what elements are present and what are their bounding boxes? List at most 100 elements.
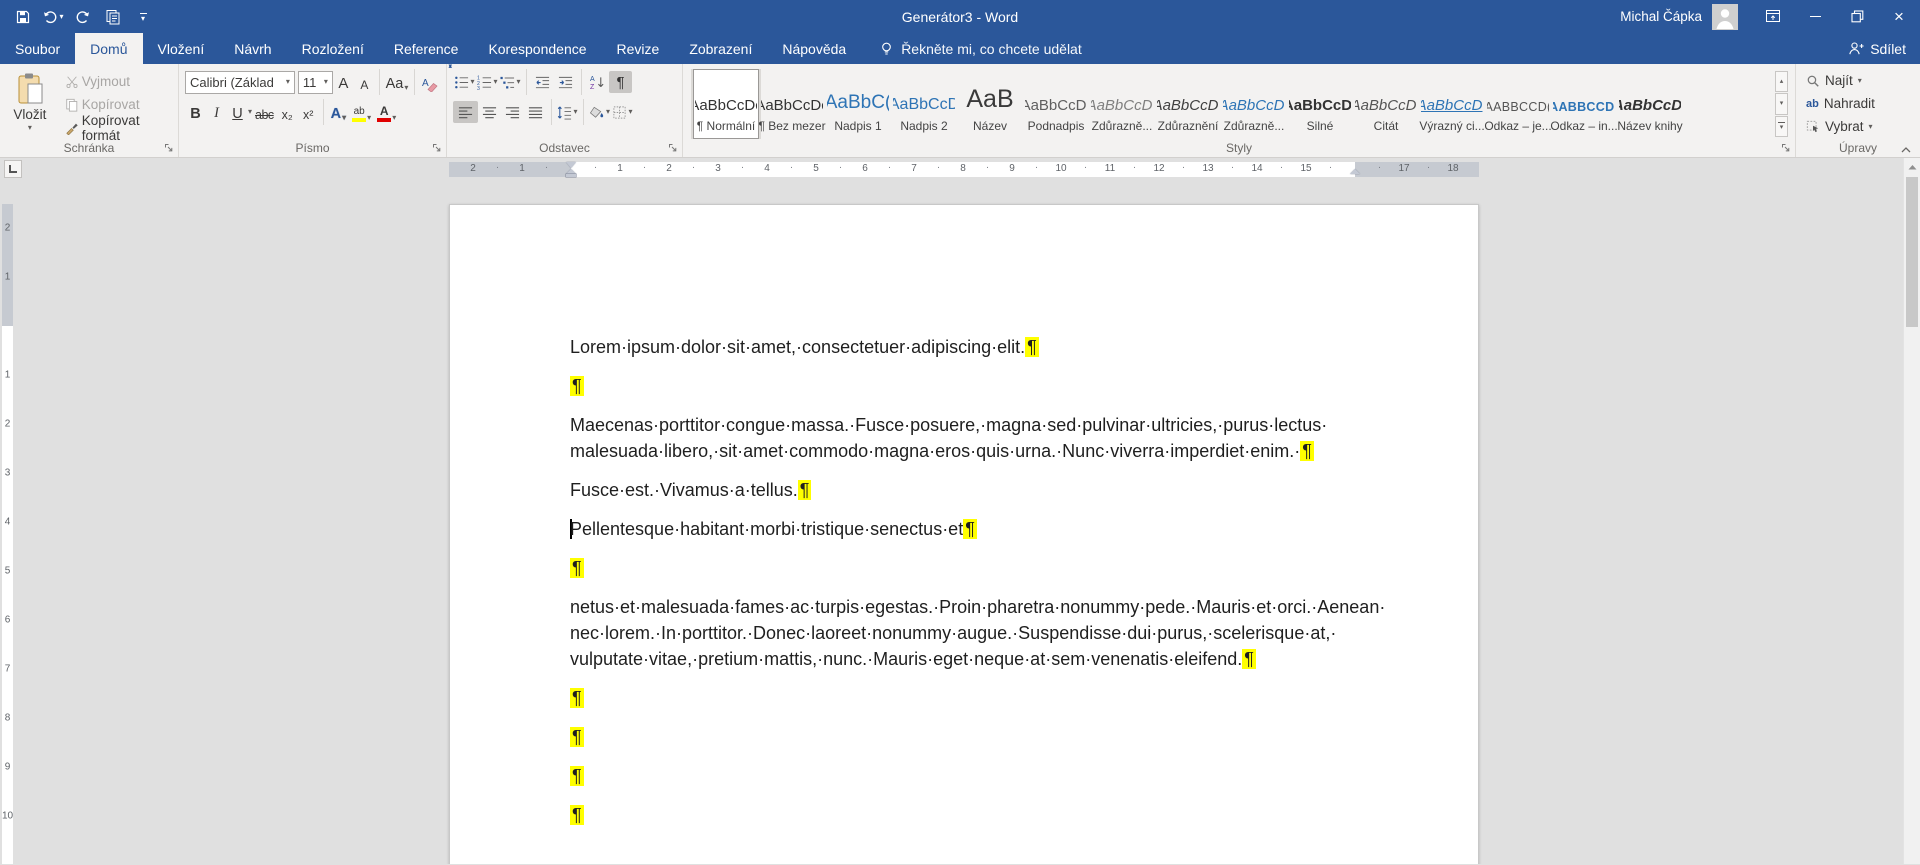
paragraph[interactable]: ¶	[570, 763, 1478, 789]
change-case-button[interactable]: Aa ▾	[384, 71, 410, 93]
tab-revize[interactable]: Revize	[602, 33, 675, 64]
save-icon[interactable]	[10, 4, 36, 30]
font-dialog-launcher-icon[interactable]	[431, 142, 443, 154]
horizontal-ruler[interactable]: 2 1 1 2 3 4 5 6 7 8 9 10 11 12 13 14 15 17 18 · · · · · · · · · · · · ·…	[449, 162, 1479, 177]
text-line[interactable]: Fusce·est.·Vivamus·a·tellus. ¶	[570, 477, 1478, 503]
document-page[interactable]: Lorem·ipsum·dolor·sit·amet,·consectetuer…	[449, 204, 1479, 864]
tab-korespondence[interactable]: Korespondence	[473, 33, 601, 64]
text-line[interactable]: ¶	[570, 763, 1478, 789]
text-line[interactable]: nec·lorem.·In·porttitor.·Donec·laoreet·n…	[570, 620, 1478, 646]
text-line[interactable]: Pellentesque·habitant·morbi·tristique·se…	[570, 516, 1478, 542]
font-size-combo[interactable]: 11 ▾	[297, 70, 333, 94]
tab-domů[interactable]: Domů	[75, 33, 143, 64]
collapse-ribbon-icon[interactable]	[1900, 145, 1912, 154]
borders-button[interactable]: ▾	[611, 101, 634, 123]
italic-button[interactable]: I	[206, 101, 227, 123]
first-line-indent-marker[interactable]	[566, 162, 576, 168]
tab-rozložení[interactable]: Rozložení	[287, 33, 379, 64]
style-item[interactable]: AaBbCcD( Zdůrazně...	[1089, 69, 1155, 139]
font-name-combo[interactable]: Calibri (Základ ▾	[185, 70, 295, 94]
styles-scroll-up-icon[interactable]: ▴	[1775, 71, 1788, 93]
styles-more-icon[interactable]: ▾	[1775, 115, 1788, 137]
text-line[interactable]: Maecenas·porttitor·congue·massa.·Fusce·p…	[570, 412, 1478, 438]
text-line[interactable]: ¶	[570, 685, 1478, 711]
text-line[interactable]: netus·et·malesuada·fames·ac·turpis·egest…	[570, 594, 1478, 620]
underline-button[interactable]: U	[227, 101, 248, 123]
paragraph-dialog-launcher-icon[interactable]	[667, 142, 679, 154]
strikethrough-button[interactable]: abc	[252, 101, 277, 123]
text-line[interactable]: ¶	[570, 802, 1478, 828]
align-center-button[interactable]	[478, 101, 501, 123]
multilevel-list-button[interactable]: ▾	[499, 71, 522, 93]
paragraph[interactable]: Lorem·ipsum·dolor·sit·amet,·consectetuer…	[570, 334, 1478, 360]
paragraph[interactable]: Maecenas·porttitor·congue·massa.·Fusce·p…	[570, 412, 1478, 464]
share-button[interactable]: Sdílet	[1848, 33, 1906, 64]
tab-návrh[interactable]: Návrh	[219, 33, 286, 64]
undo-icon[interactable]: ▾	[40, 4, 66, 30]
tab-soubor[interactable]: Soubor	[0, 33, 75, 64]
user-avatar[interactable]	[1712, 3, 1738, 30]
copy-icon[interactable]	[100, 4, 126, 30]
styles-scroll-down-icon[interactable]: ▾	[1775, 93, 1788, 115]
select-button[interactable]: Vybrat ▾	[1806, 115, 1914, 138]
style-item[interactable]: AaBbCcD( Silné	[1287, 69, 1353, 139]
paste-button[interactable]: Vložit ▾	[6, 69, 54, 139]
style-item[interactable]: AaBbCcD( Zdůraznění	[1155, 69, 1221, 139]
redo-icon[interactable]	[70, 4, 96, 30]
grow-font-button[interactable]: A ▴	[333, 63, 452, 93]
justify-button[interactable]	[524, 101, 547, 123]
tab-vložení[interactable]: Vložení	[143, 33, 220, 64]
find-button[interactable]: Najít ▾	[1806, 69, 1914, 92]
text-line[interactable]: ¶	[570, 373, 1478, 399]
style-item[interactable]: AaBbCcD( Výrazný ci...	[1419, 69, 1485, 139]
tab-reference[interactable]: Reference	[379, 33, 474, 64]
paragraph[interactable]: Pellentesque·habitant·morbi·tristique·se…	[570, 516, 1478, 542]
paragraph[interactable]: ¶	[570, 373, 1478, 399]
paragraph[interactable]: ¶	[570, 802, 1478, 828]
minimize-button[interactable]	[1794, 0, 1836, 33]
clipboard-dialog-launcher-icon[interactable]	[163, 142, 175, 154]
replace-button[interactable]: ab Nahradit	[1806, 92, 1914, 115]
superscript-button[interactable]: x²	[298, 101, 319, 123]
styles-dialog-launcher-icon[interactable]	[1780, 142, 1792, 154]
scrollbar-thumb[interactable]	[1906, 177, 1918, 327]
numbering-button[interactable]: 123 ▾	[476, 71, 499, 93]
subscript-button[interactable]: x₂	[277, 101, 298, 123]
restore-button[interactable]	[1836, 0, 1878, 33]
paragraph[interactable]: ¶	[570, 555, 1478, 581]
increase-indent-button[interactable]	[554, 71, 577, 93]
style-item[interactable]: AaBbCcD Nadpis 2	[891, 69, 957, 139]
tell-me-box[interactable]: Řekněte mi, co chcete udělat	[879, 33, 1082, 64]
align-left-button[interactable]	[453, 101, 478, 123]
paragraph[interactable]: Fusce·est.·Vivamus·a·tellus. ¶	[570, 477, 1478, 503]
style-item[interactable]: AaBbCcD( Název knihy	[1617, 69, 1683, 139]
text-line[interactable]: ¶	[570, 555, 1478, 581]
sort-button[interactable]: AZ	[586, 71, 609, 93]
line-spacing-button[interactable]: ▾	[556, 101, 579, 123]
style-item[interactable]: AaBbCcDc ¶ Bez mezer	[758, 69, 825, 139]
clear-formatting-button[interactable]: A	[419, 71, 440, 93]
customize-quick-access-icon[interactable]: ▾	[130, 4, 156, 30]
vertical-ruler[interactable]: 2 1 1 2 3 4 5 6 7 8 9 10	[0, 180, 15, 864]
text-line[interactable]: malesuada·libero,·sit·amet·commodo·magna…	[570, 438, 1478, 464]
decrease-indent-button[interactable]	[531, 71, 554, 93]
vertical-scrollbar[interactable]	[1903, 158, 1920, 864]
cut-button[interactable]: Vyjmout	[60, 71, 172, 92]
style-item[interactable]: AABBCCD( Odkaz – je...	[1484, 69, 1551, 139]
ribbon-display-options-icon[interactable]	[1752, 0, 1794, 33]
text-highlight-button[interactable]: ab ▾	[349, 101, 374, 123]
left-indent-marker[interactable]	[566, 174, 576, 177]
style-item[interactable]: AaBbCcD( Zdůrazně...	[1221, 69, 1287, 139]
style-item[interactable]: AaBbCcDc ¶ Normální	[693, 69, 759, 139]
tab-zobrazení[interactable]: Zobrazení	[674, 33, 767, 64]
close-button[interactable]: ×	[1878, 0, 1920, 33]
tab-nápověda[interactable]: Nápověda	[767, 33, 861, 64]
style-item[interactable]: AABBCCD( Odkaz – in...	[1550, 69, 1617, 139]
format-painter-button[interactable]: Kopírovat formát	[60, 113, 172, 143]
style-item[interactable]: AaBbC( Nadpis 1	[825, 69, 891, 139]
text-line[interactable]: Lorem·ipsum·dolor·sit·amet,·consectetuer…	[570, 334, 1478, 360]
paragraph[interactable]: ¶	[570, 685, 1478, 711]
scroll-up-icon[interactable]	[1904, 158, 1920, 175]
style-item[interactable]: AaBbCcD( Podnadpis	[1023, 69, 1089, 139]
bold-button[interactable]: B	[185, 101, 206, 123]
